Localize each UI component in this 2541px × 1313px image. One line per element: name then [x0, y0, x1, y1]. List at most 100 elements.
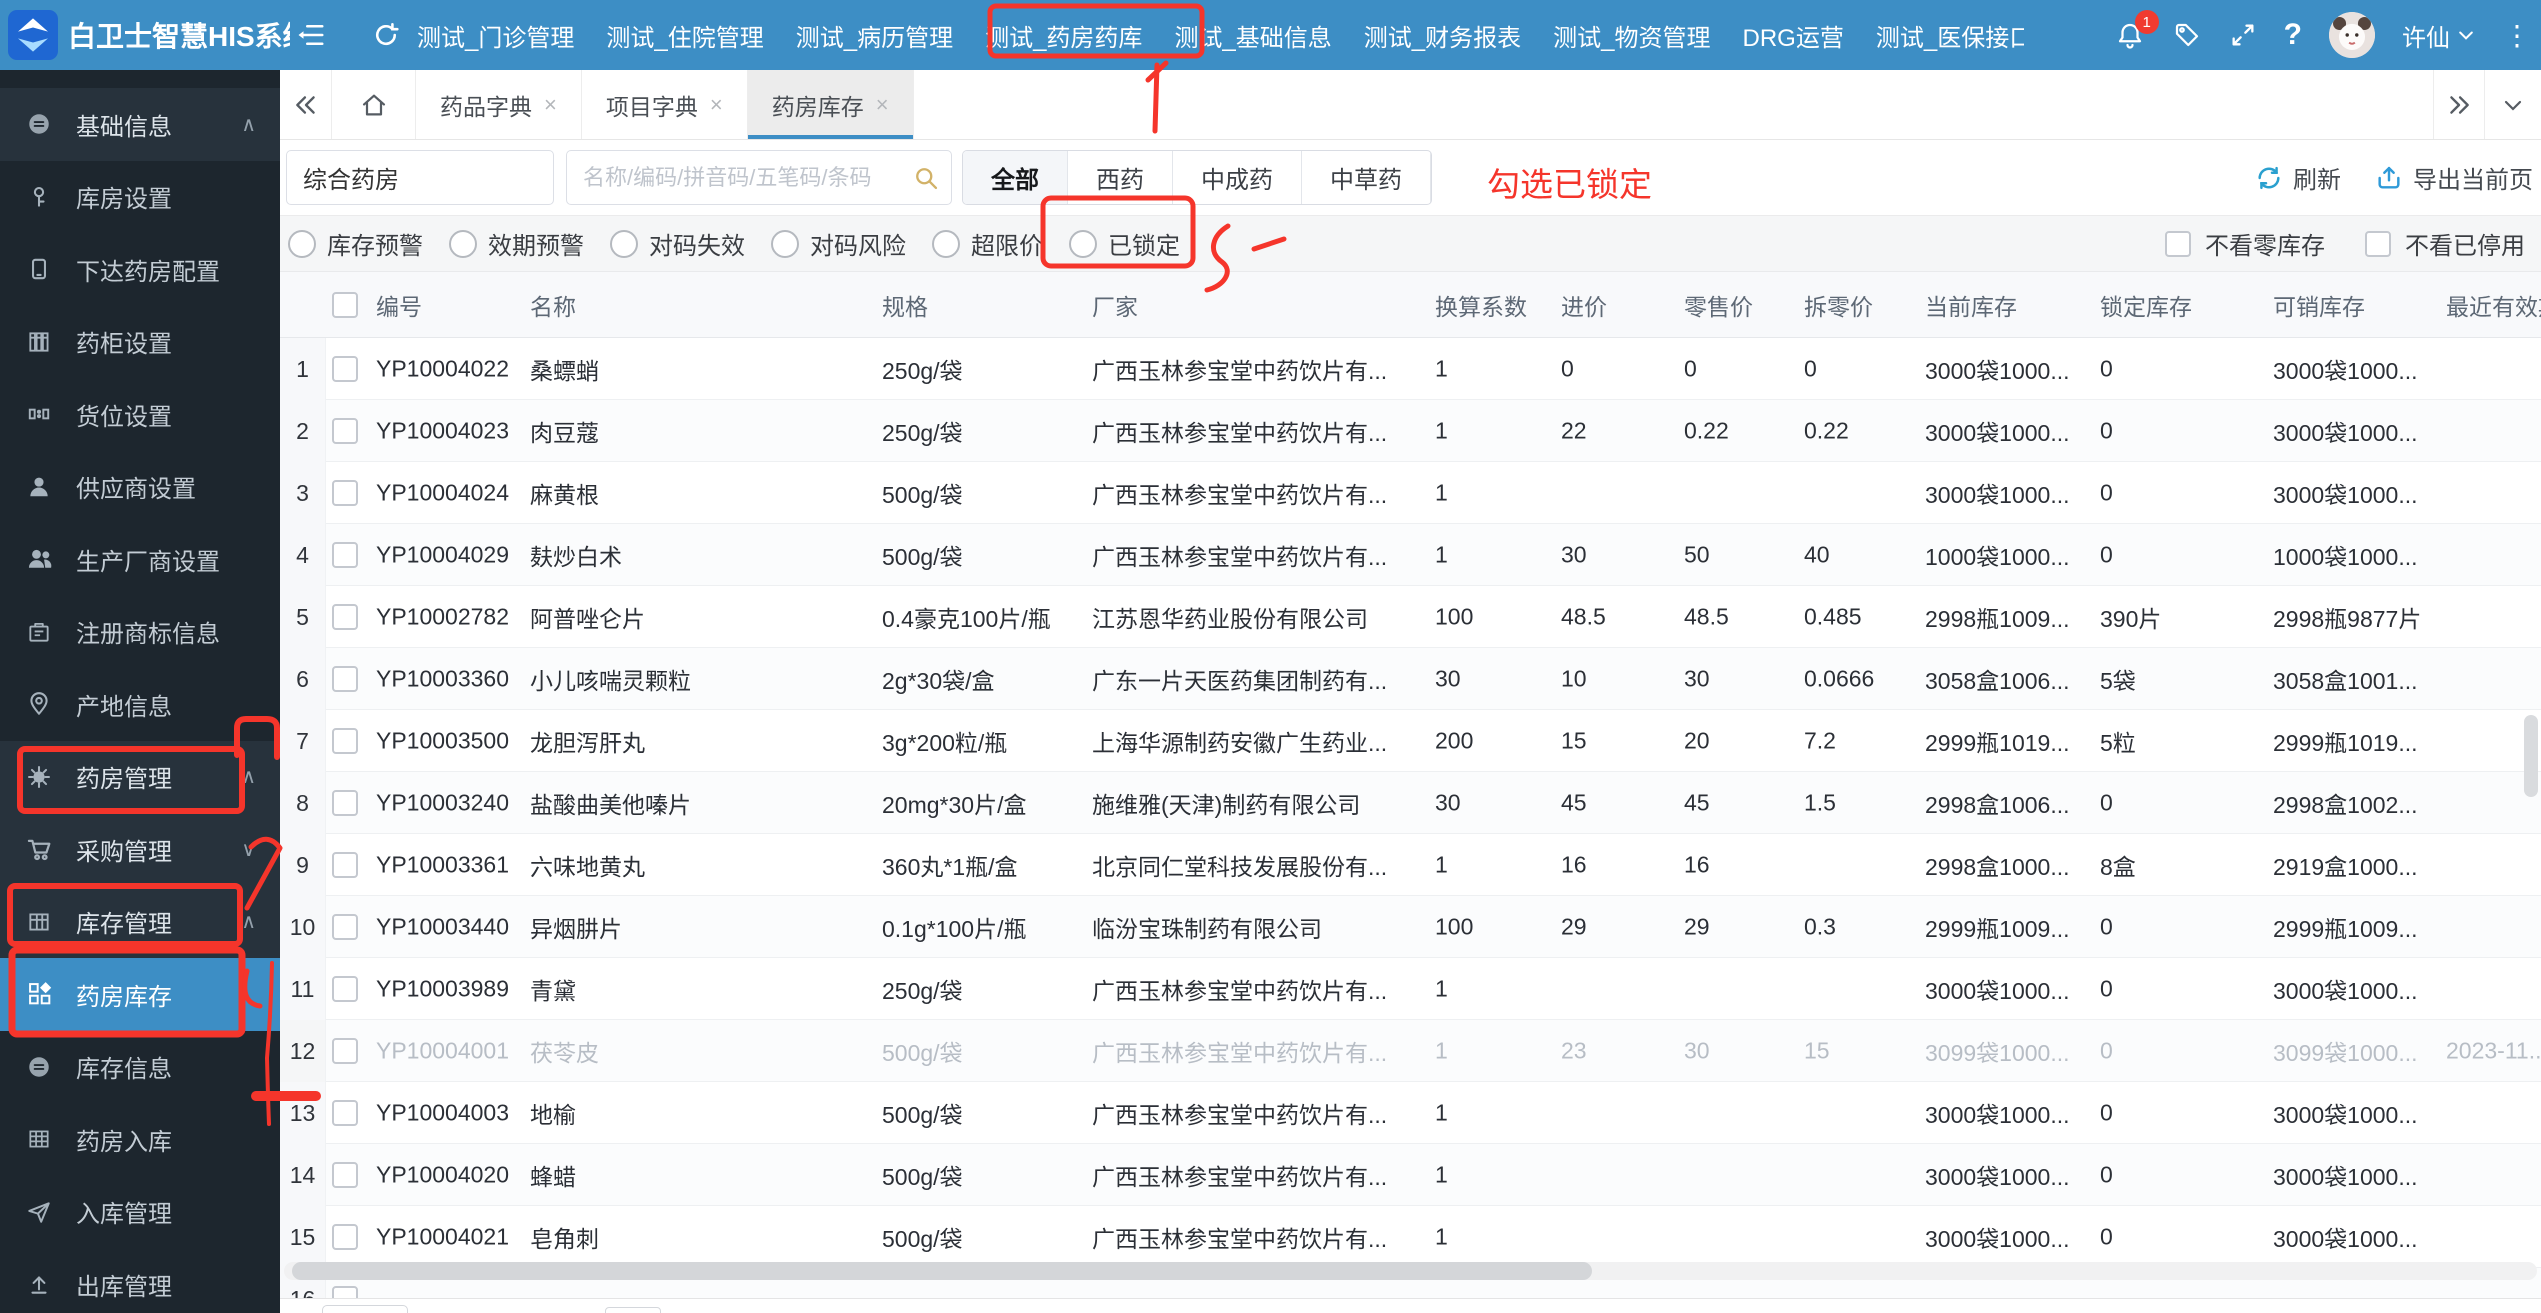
table-row[interactable]: 3 YP10004024 麻黄根 500g/袋 广西玉林参宝堂中药饮片有... …: [280, 462, 2541, 524]
table-row[interactable]: 5 YP10002782 阿普唑仑片 0.4豪克100片/瓶 江苏恩华药业股份有…: [280, 586, 2541, 648]
drug-name-link[interactable]: 肉豆蔻: [530, 414, 599, 448]
row-checkbox[interactable]: [332, 1224, 358, 1250]
drug-name-link[interactable]: 皂角刺: [530, 1220, 599, 1254]
cell-locked-stock[interactable]: 0: [2100, 355, 2113, 382]
sidebar-item[interactable]: 生产厂商设置: [0, 523, 280, 596]
drug-name-link[interactable]: 桑螵蛸: [530, 352, 599, 386]
drug-name-link[interactable]: 蜂蜡: [530, 1158, 576, 1192]
table-row[interactable]: 8 YP10003240 盐酸曲美他嗪片 20mg*30片/盒 施维雅(天津)制…: [280, 772, 2541, 834]
page-tab[interactable]: 药品字典 ×: [416, 70, 582, 139]
page-number-input[interactable]: 1: [605, 1307, 661, 1313]
first-page-button[interactable]: «: [440, 1307, 454, 1313]
more-options-icon[interactable]: ⋮: [2503, 19, 2531, 52]
category-button[interactable]: 中草药: [1302, 151, 1431, 204]
cell-locked-stock[interactable]: 0: [2100, 541, 2113, 568]
table-row[interactable]: 6 YP10003360 小儿咳喘灵颗粒 2g*30袋/盒 广东一片天医药集团制…: [280, 648, 2541, 710]
sidebar-item[interactable]: 产地信息: [0, 668, 280, 741]
table-row[interactable]: 13 YP10004003 地榆 500g/袋 广西玉林参宝堂中药饮片有... …: [280, 1082, 2541, 1144]
table-row[interactable]: 4 YP10004029 麸炒白术 500g/袋 广西玉林参宝堂中药饮片有...…: [280, 524, 2541, 586]
cell-locked-stock[interactable]: 390片: [2100, 600, 2161, 634]
sidebar-item[interactable]: 药柜设置: [0, 306, 280, 379]
vertical-scrollbar-thumb[interactable]: [2524, 715, 2538, 797]
collapse-sidebar-button[interactable]: [296, 0, 326, 70]
search-icon[interactable]: [912, 164, 940, 192]
filter-radio[interactable]: 超限价: [932, 226, 1043, 261]
sidebar-item[interactable]: 采购管理 ∨: [0, 813, 280, 886]
drug-name-link[interactable]: 麸炒白术: [530, 538, 622, 572]
top-menu-item[interactable]: 测试_基础信息: [1174, 18, 1331, 53]
filter-checkbox[interactable]: 不看零库存: [2165, 226, 2325, 261]
table-row[interactable]: 7 YP10003500 龙胆泻肝丸 3g*200粒/瓶 上海华源制药安徽广生药…: [280, 710, 2541, 772]
sidebar-item[interactable]: 库房设置: [0, 161, 280, 234]
filter-radio[interactable]: 已锁定: [1069, 226, 1180, 261]
user-menu[interactable]: 许仙: [2402, 18, 2476, 53]
horizontal-scrollbar[interactable]: [284, 1262, 2537, 1280]
drug-name-link[interactable]: 地榆: [530, 1096, 576, 1130]
sidebar-item[interactable]: 库存管理 ∧: [0, 886, 280, 959]
row-checkbox[interactable]: [332, 914, 358, 940]
top-menu-item[interactable]: 测试_门诊管理: [417, 18, 574, 53]
select-all-checkbox[interactable]: [332, 292, 358, 318]
close-tab-icon[interactable]: ×: [710, 92, 723, 118]
cell-locked-stock[interactable]: 8盒: [2100, 848, 2136, 882]
table-row[interactable]: 9 YP10003361 六味地黄丸 360丸*1瓶/盒 北京同仁堂科技发展股份…: [280, 834, 2541, 896]
tag-icon[interactable]: [2172, 20, 2202, 50]
table-row[interactable]: 14 YP10004020 蜂蜡 500g/袋 广西玉林参宝堂中药饮片有... …: [280, 1144, 2541, 1206]
category-button[interactable]: 西药: [1068, 151, 1173, 204]
row-checkbox[interactable]: [332, 852, 358, 878]
category-button[interactable]: 中成药: [1173, 151, 1302, 204]
refresh-page-button[interactable]: [372, 0, 400, 70]
drug-name-link[interactable]: 六味地黄丸: [530, 848, 645, 882]
top-menu-item[interactable]: 测试_医保接口: [1876, 18, 2024, 53]
row-checkbox[interactable]: [332, 480, 358, 506]
tabs-scroll-left-button[interactable]: [280, 70, 332, 139]
tabs-scroll-right-button[interactable]: [2433, 70, 2485, 139]
search-input[interactable]: [566, 150, 952, 205]
top-menu-item[interactable]: 测试_财务报表: [1364, 18, 1521, 53]
table-row[interactable]: 10 YP10003440 异烟肼片 0.1g*100片/瓶 临汾宝珠制药有限公…: [280, 896, 2541, 958]
cell-locked-stock[interactable]: 5袋: [2100, 662, 2136, 696]
top-menu-item[interactable]: 测试_药房药库: [985, 18, 1142, 53]
drug-name-link[interactable]: 小儿咳喘灵颗粒: [530, 662, 691, 696]
cell-locked-stock[interactable]: 0: [2100, 1037, 2113, 1064]
drug-name-link[interactable]: 阿普唑仑片: [530, 600, 645, 634]
top-menu-item[interactable]: DRG运营: [1743, 18, 1844, 53]
category-button[interactable]: 全部: [963, 151, 1068, 204]
row-checkbox[interactable]: [332, 1038, 358, 1064]
home-tab-button[interactable]: [332, 70, 416, 139]
cell-locked-stock[interactable]: 0: [2100, 1223, 2113, 1250]
top-menu-item[interactable]: 测试_病历管理: [796, 18, 953, 53]
table-row[interactable]: 1 YP10004022 桑螵蛸 250g/袋 广西玉林参宝堂中药饮片有... …: [280, 338, 2541, 400]
fullscreen-icon[interactable]: [2229, 21, 2257, 49]
sidebar-item[interactable]: 药房管理 ∧: [0, 741, 280, 814]
drug-name-link[interactable]: 茯苓皮: [530, 1034, 599, 1068]
close-tab-icon[interactable]: ×: [544, 92, 557, 118]
row-checkbox[interactable]: [332, 790, 358, 816]
cell-locked-stock[interactable]: 0: [2100, 913, 2113, 940]
help-icon[interactable]: ?: [2284, 18, 2302, 52]
row-checkbox[interactable]: [332, 976, 358, 1002]
close-tab-icon[interactable]: ×: [876, 92, 889, 118]
filter-radio[interactable]: 库存预警: [288, 226, 423, 261]
cell-locked-stock[interactable]: 0: [2100, 1161, 2113, 1188]
drug-name-link[interactable]: 盐酸曲美他嗪片: [530, 786, 691, 820]
cell-locked-stock[interactable]: 0: [2100, 1099, 2113, 1126]
warehouse-select[interactable]: 综合药房: [286, 150, 554, 205]
sidebar-item[interactable]: 库存信息: [0, 1031, 280, 1104]
cell-locked-stock[interactable]: 0: [2100, 789, 2113, 816]
cell-locked-stock[interactable]: 0: [2100, 417, 2113, 444]
drug-name-link[interactable]: 龙胆泻肝丸: [530, 724, 645, 758]
drug-name-link[interactable]: 异烟肼片: [530, 910, 622, 944]
avatar[interactable]: [2329, 12, 2375, 58]
sidebar-item[interactable]: 供应商设置: [0, 451, 280, 524]
filter-radio[interactable]: 对码失效: [610, 226, 745, 261]
cell-locked-stock[interactable]: 0: [2100, 479, 2113, 506]
sidebar-item[interactable]: 药房入库: [0, 1103, 280, 1176]
table-row[interactable]: 15 YP10004021 皂角刺 500g/袋 广西玉林参宝堂中药饮片有...…: [280, 1206, 2541, 1268]
row-checkbox[interactable]: [332, 728, 358, 754]
drug-name-link[interactable]: 麻黄根: [530, 476, 599, 510]
row-checkbox[interactable]: [332, 666, 358, 692]
scrollbar-thumb[interactable]: [292, 1262, 1592, 1280]
sidebar-item[interactable]: 注册商标信息: [0, 596, 280, 669]
sidebar-item[interactable]: 下达药房配置: [0, 233, 280, 306]
